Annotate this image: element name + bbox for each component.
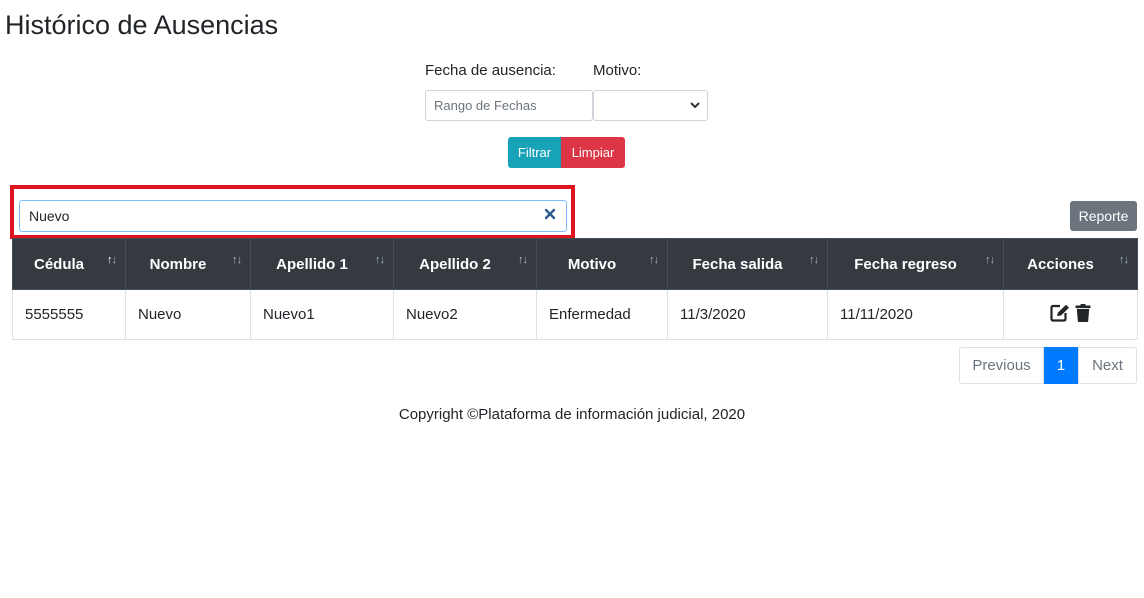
cell-apellido2: Nuevo2 xyxy=(393,289,537,340)
column-header-label: Acciones xyxy=(1027,255,1094,273)
sort-icon: ↑↓ xyxy=(1119,254,1129,266)
page-title: Histórico de Ausencias xyxy=(5,10,279,40)
column-header-label: Apellido 1 xyxy=(276,255,348,273)
sort-icon: ↑↓ xyxy=(985,254,995,266)
chevron-down-icon xyxy=(689,96,701,117)
sort-icon: ↑↓ xyxy=(107,254,117,266)
column-header-label: Cédula xyxy=(33,255,84,273)
column-header-fecha-salida[interactable]: Fecha salida ↑↓ xyxy=(667,238,828,290)
cell-nombre: Nuevo xyxy=(125,289,251,340)
column-header-label: Apellido 2 xyxy=(419,255,491,273)
filter-button[interactable]: Filtrar xyxy=(508,137,561,168)
table-header-row: Cédula ↑↓ Nombre ↑↓ Apellido 1 ↑↓ Apellido … xyxy=(12,238,1138,290)
trash-icon[interactable] xyxy=(1075,303,1091,326)
sort-icon: ↑↓ xyxy=(649,254,659,266)
close-icon[interactable] xyxy=(544,207,556,224)
column-header-apellido2[interactable]: Apellido 2 ↑↓ xyxy=(393,238,537,290)
table-row: 5555555 Nuevo Nuevo1 Nuevo2 Enfermedad 1… xyxy=(12,289,1138,340)
pagination: Previous 1 Next xyxy=(959,347,1137,384)
column-header-fecha-regreso[interactable]: Fecha regreso ↑↓ xyxy=(827,238,1004,290)
column-header-nombre[interactable]: Nombre ↑↓ xyxy=(125,238,251,290)
column-header-acciones[interactable]: Acciones ↑↓ xyxy=(1003,238,1138,290)
cell-fecha-salida: 11/3/2020 xyxy=(667,289,828,340)
report-button[interactable]: Reporte xyxy=(1070,201,1137,231)
column-header-motivo[interactable]: Motivo ↑↓ xyxy=(536,238,668,290)
date-filter-label: Fecha de ausencia: xyxy=(425,62,556,79)
footer-copyright: Copyright ©Plataforma de información jud… xyxy=(398,406,746,423)
column-header-label: Nombre xyxy=(149,255,207,273)
sort-icon: ↑↓ xyxy=(232,254,242,266)
motivo-select[interactable] xyxy=(593,90,708,121)
column-header-label: Motivo xyxy=(567,255,617,273)
absences-table: Cédula ↑↓ Nombre ↑↓ Apellido 1 ↑↓ Apellido … xyxy=(12,238,1138,340)
sort-icon: ↑↓ xyxy=(518,254,528,266)
page-1-button[interactable]: 1 xyxy=(1044,347,1078,384)
search-input[interactable]: Nuevo xyxy=(19,200,567,232)
cell-motivo: Enfermedad xyxy=(536,289,668,340)
clear-filters-button[interactable]: Limpiar xyxy=(561,137,625,168)
next-page-button[interactable]: Next xyxy=(1078,347,1137,384)
cell-acciones xyxy=(1003,289,1138,340)
cell-apellido1: Nuevo1 xyxy=(250,289,394,340)
cell-cedula: 5555555 xyxy=(12,289,126,340)
search-input-value: Nuevo xyxy=(29,208,70,224)
column-header-apellido1[interactable]: Apellido 1 ↑↓ xyxy=(250,238,394,290)
column-header-cedula[interactable]: Cédula ↑↓ xyxy=(12,238,126,290)
sort-icon: ↑↓ xyxy=(809,254,819,266)
motivo-filter-label: Motivo: xyxy=(593,62,642,79)
cell-fecha-regreso: 11/11/2020 xyxy=(827,289,1004,340)
column-header-label: Fecha salida xyxy=(692,255,783,273)
sort-icon: ↑↓ xyxy=(375,254,385,266)
date-range-input[interactable] xyxy=(425,90,593,121)
edit-icon[interactable] xyxy=(1050,304,1070,326)
previous-page-button[interactable]: Previous xyxy=(959,347,1044,384)
column-header-label: Fecha regreso xyxy=(854,255,957,273)
